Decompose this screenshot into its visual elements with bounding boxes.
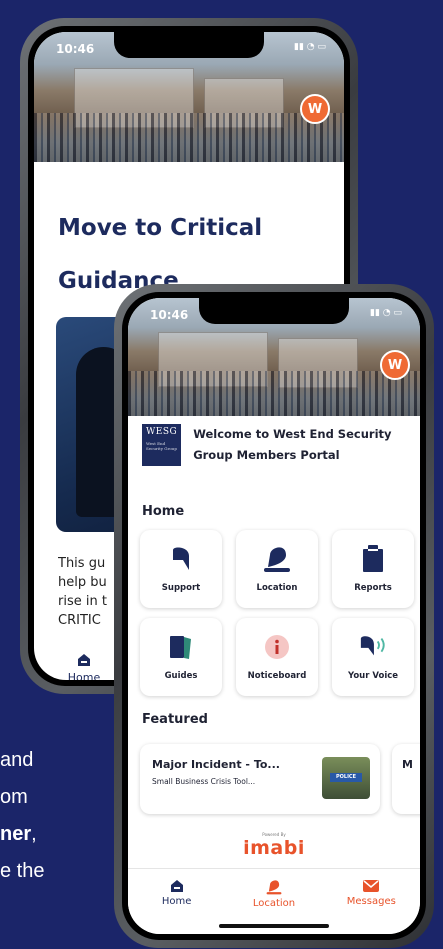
tab-label: Home [161, 896, 192, 907]
tile-reports[interactable]: Reports [332, 530, 414, 608]
background-text-line: and [0, 749, 34, 771]
featured-heading: Featured [142, 712, 208, 727]
tile-your-voice[interactable]: Your Voice [332, 618, 414, 696]
wesg-logo: WESG West End Security Group [142, 424, 182, 466]
status-time: 10:46 [56, 42, 95, 56]
tab-home[interactable]: Home [54, 652, 114, 680]
tile-guides[interactable]: Guides [140, 618, 222, 696]
background-text-line: ner, [0, 816, 130, 853]
background-text: and om ner, e the [0, 742, 130, 890]
background-text-bold: ner [0, 823, 32, 845]
location-icon [266, 880, 282, 895]
noticeboard-icon [263, 633, 291, 661]
logo-sub: West End Security Group [146, 441, 177, 451]
crowd [128, 371, 420, 416]
tab-label: Location [252, 898, 296, 909]
tab-home[interactable]: Home [142, 879, 212, 934]
powered-by: Powered By imabi [128, 832, 420, 859]
featured-card-next[interactable]: M [392, 744, 420, 814]
welcome-text: Welcome to West End Security Group Membe… [193, 427, 392, 462]
reports-icon [359, 545, 387, 573]
featured-card[interactable]: Major Incident - To... Small Business Cr… [140, 744, 380, 814]
tile-label: Support [161, 583, 201, 593]
imabi-logo: imabi [243, 837, 305, 859]
voice-icon [359, 633, 387, 661]
home-icon [78, 654, 90, 666]
welcome-banner: WESG West End Security Group Welcome to … [142, 424, 408, 466]
avatar[interactable]: W [380, 350, 410, 380]
logo-abbr: WESG [146, 427, 178, 437]
tile-label: Noticeboard [247, 671, 307, 681]
status-time: 10:46 [150, 308, 189, 322]
front-phone-bezel: 10:46 ▮▮ ◔ ▭ W WESG West End Security Gr… [122, 292, 426, 940]
notch [199, 298, 349, 324]
tab-label: Home [67, 671, 101, 680]
home-grid: Support Location Reports Guides Noticebo… [140, 530, 414, 696]
support-icon [167, 545, 195, 573]
background-text-line: om [0, 786, 28, 808]
status-icons: ▮▮ ◔ ▭ [370, 308, 402, 318]
status-icons: ▮▮ ◔ ▭ [294, 42, 326, 52]
tile-support[interactable]: Support [140, 530, 222, 608]
tab-label: Messages [346, 896, 396, 907]
notch [114, 32, 264, 58]
featured-peek-title: M [402, 758, 413, 771]
location-icon [263, 545, 291, 573]
front-phone: 10:46 ▮▮ ◔ ▭ W WESG West End Security Gr… [114, 284, 434, 948]
tile-label: Location [256, 583, 298, 593]
background-text-line: e the [0, 860, 45, 882]
crowd [34, 112, 344, 162]
police-badge: POLICE [330, 773, 362, 782]
home-icon [170, 880, 183, 892]
featured-thumbnail: POLICE [322, 757, 370, 799]
tile-label: Reports [354, 583, 392, 593]
tile-noticeboard[interactable]: Noticeboard [236, 618, 318, 696]
guides-icon [167, 633, 195, 661]
home-indicator [219, 924, 329, 928]
tab-messages[interactable]: Messages [336, 879, 406, 934]
tile-location[interactable]: Location [236, 530, 318, 608]
messages-icon [363, 880, 380, 892]
front-phone-screen: 10:46 ▮▮ ◔ ▭ W WESG West End Security Gr… [128, 298, 420, 934]
avatar[interactable]: W [300, 94, 330, 124]
background-text-rest: , [31, 823, 37, 845]
tile-label: Guides [164, 671, 198, 681]
tile-label: Your Voice [347, 671, 399, 681]
home-heading: Home [142, 504, 185, 519]
